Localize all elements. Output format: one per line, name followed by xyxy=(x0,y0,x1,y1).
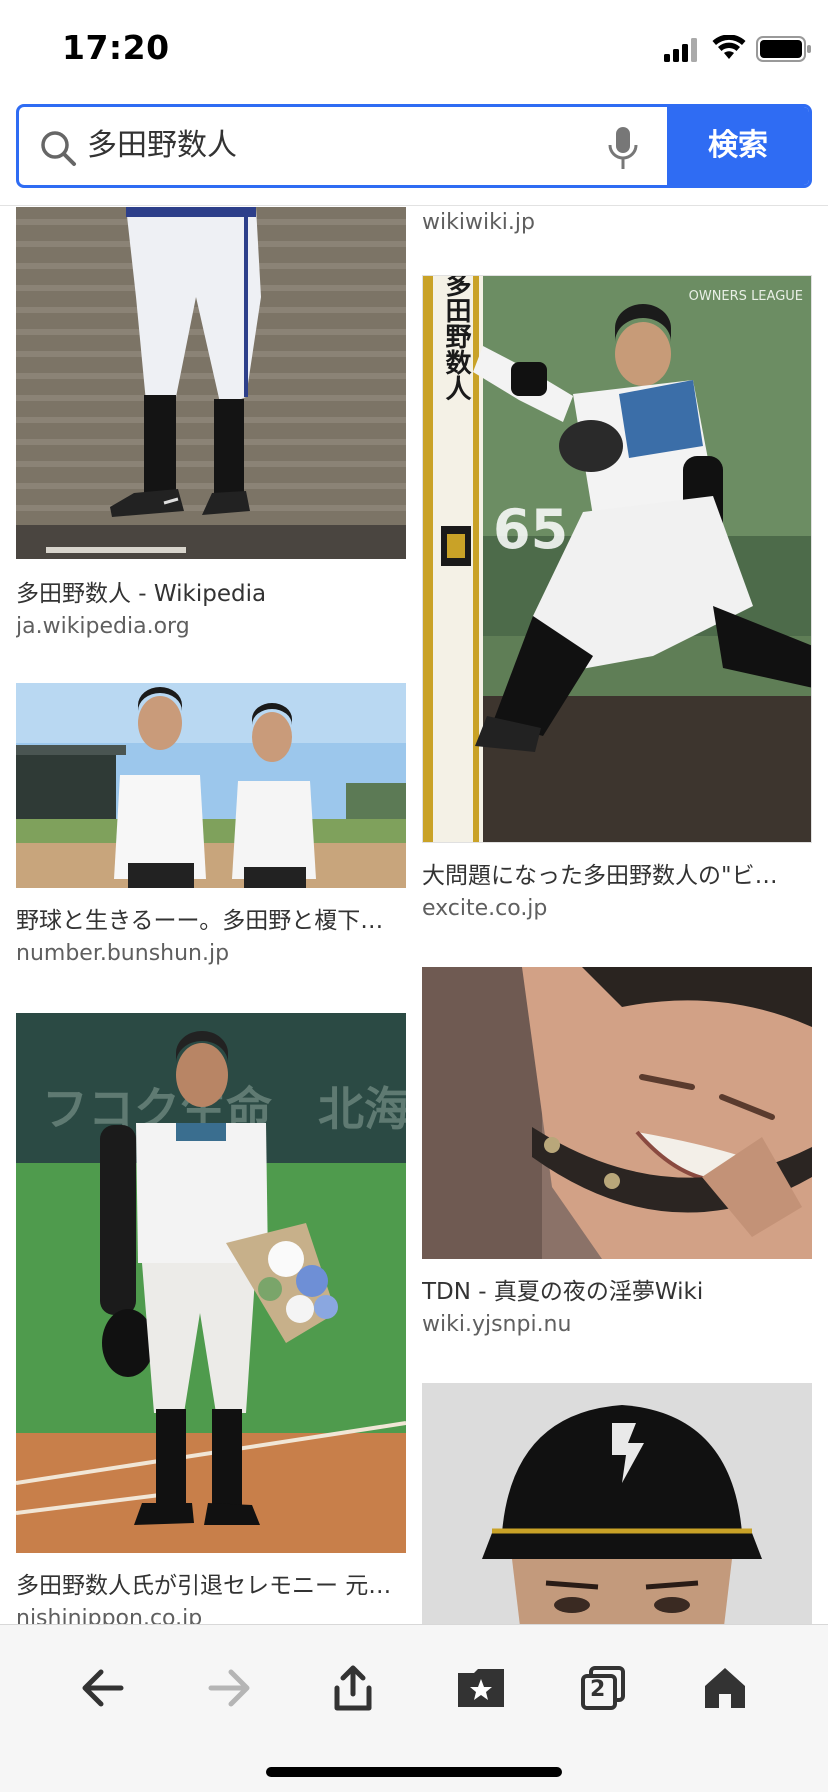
result-card[interactable]: OWNERS LEAGUE 多田野数人 65 大問題になった多田野数人の"ビ… … xyxy=(422,275,812,925)
result-card[interactable]: TDN - 真夏の夜の淫夢Wiki wiki.yjsnpi.nu xyxy=(422,967,812,1341)
card-brand: OWNERS LEAGUE xyxy=(689,289,803,304)
search-button[interactable]: 検索 xyxy=(667,107,809,185)
back-button[interactable] xyxy=(68,1653,138,1723)
arrow-left-icon xyxy=(82,1669,124,1707)
result-source: excite.co.jp xyxy=(422,896,548,921)
result-thumbnail[interactable] xyxy=(16,207,406,559)
signal-icon xyxy=(664,38,697,62)
share-button[interactable] xyxy=(318,1653,388,1723)
share-icon xyxy=(334,1665,372,1711)
microphone-icon[interactable] xyxy=(603,125,643,171)
result-source: ja.wikipedia.org xyxy=(16,614,190,639)
result-image xyxy=(422,1383,812,1624)
forward-button[interactable] xyxy=(194,1653,264,1723)
result-card[interactable]: 多田野数人 - Wikipedia ja.wikipedia.org xyxy=(16,207,406,643)
result-source: wiki.yjsnpi.nu xyxy=(422,1312,572,1337)
card-vertical-name: 多田野数人 xyxy=(441,276,471,401)
result-image xyxy=(16,683,406,888)
result-thumbnail[interactable]: OWNERS LEAGUE 多田野数人 65 xyxy=(422,275,812,843)
status-icons xyxy=(628,0,828,100)
home-icon xyxy=(705,1668,745,1708)
search-box: 多田野数人 検索 xyxy=(16,104,812,188)
result-thumbnail[interactable]: フコク生命 北海 xyxy=(16,1013,406,1553)
status-time: 17:20 xyxy=(62,28,170,67)
result-caption[interactable]: 多田野数人 - Wikipedia xyxy=(16,577,406,611)
result-image xyxy=(16,207,406,559)
result-caption[interactable]: 大問題になった多田野数人の"ビ… xyxy=(422,859,812,893)
result-image: フコク生命 北海 xyxy=(16,1013,406,1553)
wifi-icon xyxy=(712,35,746,59)
result-source: number.bunshun.jp xyxy=(16,941,230,966)
result-thumbnail[interactable] xyxy=(16,683,406,888)
search-header: 多田野数人 検索 xyxy=(0,100,828,206)
result-card[interactable]: 野球と生きるーー。多田野と榎下… number.bunshun.jp xyxy=(16,683,406,970)
tabs-button[interactable]: 2 xyxy=(568,1653,638,1723)
arrow-right-icon xyxy=(208,1669,250,1707)
card-number: 65 xyxy=(493,498,568,561)
result-image xyxy=(422,967,812,1259)
bookmark-folder-icon xyxy=(458,1669,504,1707)
battery-icon xyxy=(756,36,811,62)
bottom-toolbar: 2 xyxy=(0,1624,828,1792)
home-indicator[interactable] xyxy=(266,1767,562,1777)
result-thumbnail[interactable] xyxy=(422,967,812,1259)
result-card[interactable] xyxy=(422,1383,812,1624)
home-button[interactable] xyxy=(690,1653,760,1723)
result-source: nishinippon.co.jp xyxy=(16,1606,203,1624)
search-input[interactable]: 多田野数人 xyxy=(87,107,607,185)
result-caption[interactable]: TDN - 真夏の夜の淫夢Wiki xyxy=(422,1275,812,1309)
status-bar: 17:20 xyxy=(0,0,828,100)
result-caption[interactable]: 野球と生きるーー。多田野と榎下… xyxy=(16,904,406,938)
image-results: 多田野数人 - Wikipedia ja.wikipedia.org 野球と生き… xyxy=(0,207,828,1624)
tabs-count: 2 xyxy=(590,1677,606,1702)
search-icon xyxy=(41,131,76,166)
result-source: wikiwiki.jp xyxy=(422,210,535,235)
bookmarks-button[interactable] xyxy=(446,1653,516,1723)
result-image: OWNERS LEAGUE 多田野数人 65 xyxy=(423,276,811,842)
result-thumbnail[interactable] xyxy=(422,1383,812,1624)
result-caption[interactable]: 多田野数人氏が引退セレモニー 元… xyxy=(16,1569,406,1603)
result-card[interactable]: フコク生命 北海 多田野数人氏が引退セレモニー 元… nishinippon.c… xyxy=(16,1013,406,1624)
